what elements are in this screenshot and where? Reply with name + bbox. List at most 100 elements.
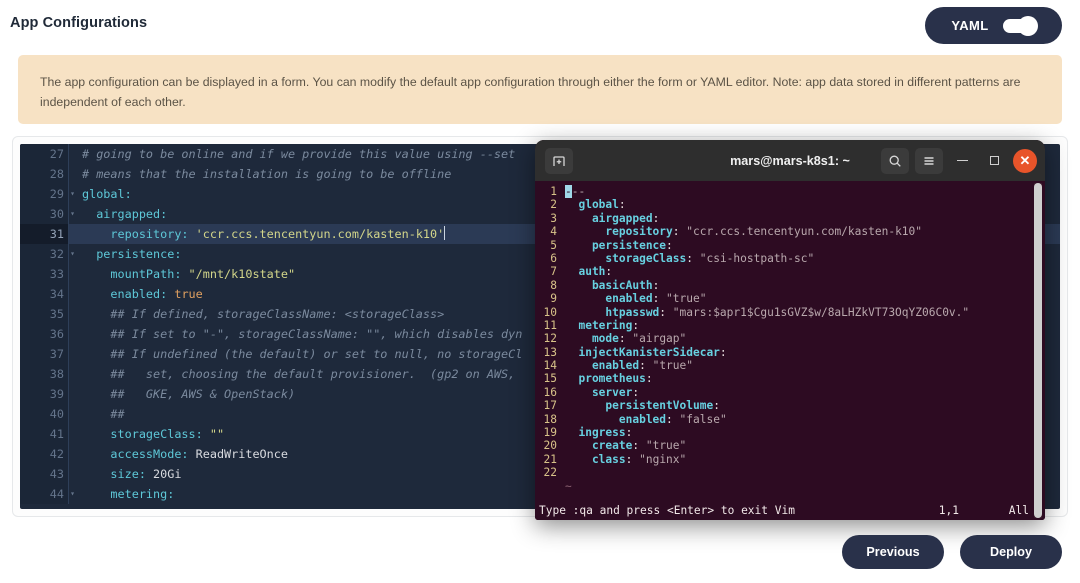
- terminal-content: 1---2 global:3 airgapped:4 repository: "…: [535, 185, 1045, 480]
- terminal-line: 13 injectKanisterSidecar:: [535, 346, 1045, 359]
- hamburger-menu-icon[interactable]: [915, 148, 943, 174]
- terminal-line: 10 htpasswd: "mars:$apr1$Cgu1sGVZ$w/8aLH…: [535, 306, 1045, 319]
- editor-line-number: 30▾: [20, 204, 68, 224]
- vim-scroll-percent: All: [959, 501, 1045, 520]
- vim-status-message: Type :qa and press <Enter> to exit Vim: [539, 501, 863, 520]
- terminal-line-number: 21: [539, 453, 565, 466]
- previous-button[interactable]: Previous: [842, 535, 944, 569]
- terminal-line-text: ---: [565, 185, 585, 198]
- terminal-line-number: 16: [539, 386, 565, 399]
- terminal-line-number: 17: [539, 399, 565, 412]
- terminal-line-text: airgapped:: [565, 212, 659, 225]
- terminal-line-text: enabled: "true": [565, 292, 706, 305]
- vim-status-bar: Type :qa and press <Enter> to exit Vim 1…: [535, 501, 1045, 520]
- editor-line-number: 39: [20, 384, 68, 404]
- terminal-titlebar-controls: ✕: [881, 148, 1037, 174]
- close-icon[interactable]: ✕: [1013, 149, 1037, 173]
- terminal-line-text: global:: [565, 198, 626, 211]
- terminal-line: 21 class: "nginx": [535, 453, 1045, 466]
- terminal-line-number: 15: [539, 372, 565, 385]
- editor-line-number: 32▾: [20, 244, 68, 264]
- terminal-line-text: enabled: "false": [565, 413, 727, 426]
- terminal-line-number: 6: [539, 252, 565, 265]
- terminal-line: 22: [535, 466, 1045, 479]
- terminal-line-number: 5: [539, 239, 565, 252]
- terminal-line-number: 12: [539, 332, 565, 345]
- toggle-switch-track[interactable]: [1003, 19, 1036, 33]
- yaml-toggle-label: YAML: [951, 18, 988, 33]
- editor-line-number: 28: [20, 164, 68, 184]
- terminal-line-text: auth:: [565, 265, 612, 278]
- deploy-button[interactable]: Deploy: [960, 535, 1062, 569]
- terminal-line-text: enabled: "true": [565, 359, 693, 372]
- yaml-form-toggle[interactable]: YAML: [925, 7, 1062, 44]
- terminal-body[interactable]: 1---2 global:3 airgapped:4 repository: "…: [535, 181, 1045, 520]
- terminal-line-number: 14: [539, 359, 565, 372]
- terminal-window[interactable]: mars@mars-k8s1: ~ ✕ 1---2 global:3 airga…: [535, 140, 1045, 520]
- terminal-line-text: repository: "ccr.ccs.tencentyun.com/kast…: [565, 225, 922, 238]
- maximize-icon[interactable]: [981, 148, 1007, 174]
- terminal-line: 20 create: "true": [535, 439, 1045, 452]
- terminal-line: 15 prometheus:: [535, 372, 1045, 385]
- terminal-line-text: persistentVolume:: [565, 399, 720, 412]
- editor-line-number: 33: [20, 264, 68, 284]
- editor-line-number: 34: [20, 284, 68, 304]
- terminal-line-number: 3: [539, 212, 565, 225]
- editor-line-number: 44▾: [20, 484, 68, 504]
- terminal-line: 17 persistentVolume:: [535, 399, 1045, 412]
- editor-line-number: 42: [20, 444, 68, 464]
- info-banner-text: The app configuration can be displayed i…: [40, 72, 1025, 112]
- editor-line-number: 27: [20, 144, 68, 164]
- terminal-line-text: class: "nginx": [565, 453, 686, 466]
- terminal-line-number: 9: [539, 292, 565, 305]
- terminal-line-text: ingress:: [565, 426, 632, 439]
- terminal-line-number: 13: [539, 346, 565, 359]
- vim-block-cursor: -: [565, 185, 572, 198]
- terminal-line: 8 basicAuth:: [535, 279, 1045, 292]
- terminal-line-text: server:: [565, 386, 639, 399]
- editor-line-number: 37: [20, 344, 68, 364]
- terminal-line-number: 20: [539, 439, 565, 452]
- terminal-line: 1---: [535, 185, 1045, 198]
- terminal-line: 19 ingress:: [535, 426, 1045, 439]
- terminal-scrollbar-thumb[interactable]: [1034, 183, 1042, 518]
- terminal-scrollbar[interactable]: [1034, 183, 1042, 518]
- search-icon[interactable]: [881, 148, 909, 174]
- editor-line-number: 36: [20, 324, 68, 344]
- terminal-line: 18 enabled: "false": [535, 413, 1045, 426]
- terminal-line-text: basicAuth:: [565, 279, 659, 292]
- terminal-line-text: storageClass: "csi-hostpath-sc": [565, 252, 814, 265]
- terminal-line-number: 8: [539, 279, 565, 292]
- terminal-line: 4 repository: "ccr.ccs.tencentyun.com/ka…: [535, 225, 1045, 238]
- terminal-line-number: 4: [539, 225, 565, 238]
- terminal-line-number: 18: [539, 413, 565, 426]
- editor-line-number: 40: [20, 404, 68, 424]
- terminal-empty-marker: ~: [535, 480, 1045, 493]
- terminal-line-text: htpasswd: "mars:$apr1$Cgu1sGVZ$w/8aLHZkV…: [565, 306, 969, 319]
- editor-line-number: 38: [20, 364, 68, 384]
- terminal-titlebar[interactable]: mars@mars-k8s1: ~ ✕: [535, 140, 1045, 181]
- toggle-switch-knob: [1018, 16, 1038, 36]
- terminal-line-text: mode: "airgap": [565, 332, 686, 345]
- terminal-line: 7 auth:: [535, 265, 1045, 278]
- minimize-icon[interactable]: [949, 148, 975, 174]
- page-header: App Configurations YAML: [0, 0, 1080, 50]
- terminal-line: 16 server:: [535, 386, 1045, 399]
- terminal-line-number: 11: [539, 319, 565, 332]
- terminal-line-text: prometheus:: [565, 372, 653, 385]
- info-banner: The app configuration can be displayed i…: [18, 55, 1062, 124]
- terminal-line: 3 airgapped:: [535, 212, 1045, 225]
- editor-line-number: 43: [20, 464, 68, 484]
- editor-line-number: 35: [20, 304, 68, 324]
- new-tab-icon[interactable]: [545, 148, 573, 174]
- terminal-line-text: persistence:: [565, 239, 673, 252]
- editor-line-number: 29▾: [20, 184, 68, 204]
- footer-actions: Previous Deploy: [842, 535, 1062, 569]
- terminal-line-number: 2: [539, 198, 565, 211]
- terminal-line: 6 storageClass: "csi-hostpath-sc": [535, 252, 1045, 265]
- terminal-line: 11 metering:: [535, 319, 1045, 332]
- text-caret: [444, 226, 445, 240]
- terminal-line-number: 10: [539, 306, 565, 319]
- terminal-line-text: create: "true": [565, 439, 686, 452]
- terminal-line-number: 1: [539, 185, 565, 198]
